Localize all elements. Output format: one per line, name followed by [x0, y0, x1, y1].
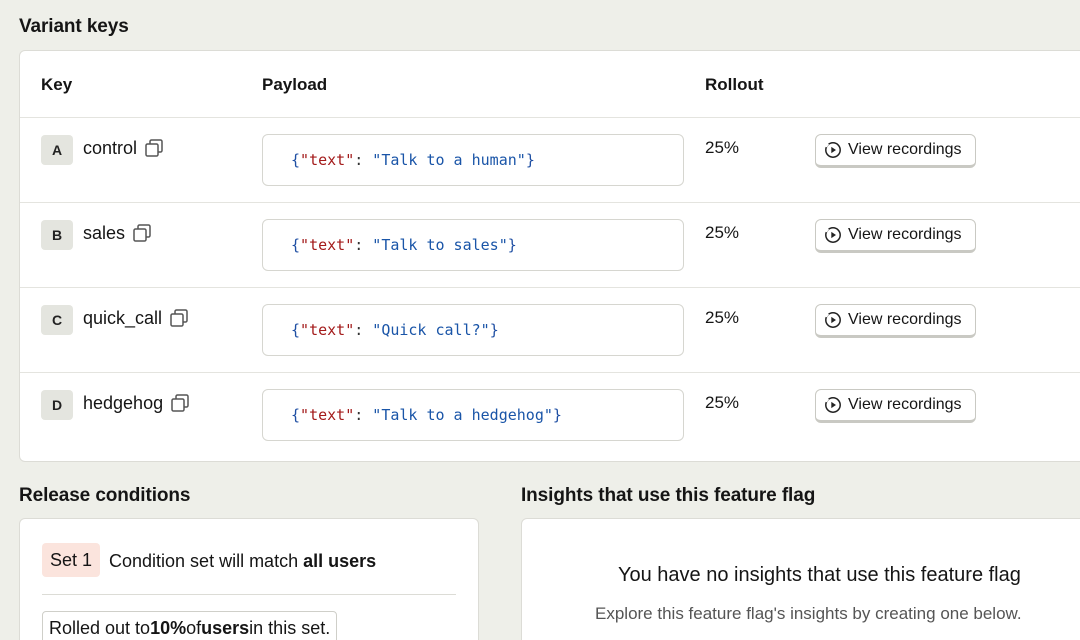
- view-recordings-label: View recordings: [848, 141, 962, 158]
- condition-description: Condition set will match all users: [109, 551, 376, 572]
- view-recordings-label: View recordings: [848, 311, 962, 328]
- variant-key-name: hedgehog: [83, 392, 164, 413]
- view-recordings-label: View recordings: [848, 226, 962, 243]
- rollout-mid: of: [186, 617, 202, 638]
- view-recordings-button[interactable]: View recordings: [815, 219, 976, 253]
- empty-state-title: You have no insights that use this featu…: [618, 564, 1021, 586]
- payload-colon: :: [354, 406, 373, 424]
- view-recordings-button[interactable]: View recordings: [815, 389, 976, 423]
- variant-rollout: 25%: [705, 308, 740, 327]
- empty-state-description: Explore this feature flag's insights by …: [595, 604, 1022, 623]
- variant-letter-badge: B: [41, 220, 73, 250]
- variant-key: hedgehog: [83, 392, 191, 414]
- play-circle-icon: [824, 226, 842, 244]
- divider: [42, 594, 456, 595]
- condition-match-target: all users: [303, 551, 377, 571]
- variants-table: Key Payload Rollout Acontrol{"text": "Ta…: [19, 50, 1080, 462]
- payload-colon: :: [354, 321, 373, 339]
- variant-rollout: 25%: [705, 223, 740, 242]
- table-row: Bsales {"text": "Talk to sales"} 25% View r…: [20, 203, 1080, 288]
- payload-key: "text": [300, 236, 355, 254]
- copy-icon[interactable]: [168, 307, 190, 329]
- variant-letter-badge: A: [41, 135, 73, 165]
- view-recordings-button[interactable]: View recordings: [815, 134, 976, 168]
- payload-brace: }: [525, 151, 535, 169]
- payload-brace: {: [291, 321, 301, 339]
- payload-brace: }: [552, 406, 562, 424]
- payload-value: "Talk to sales": [372, 236, 508, 254]
- variant-key: sales: [83, 222, 153, 244]
- payload-key: "text": [300, 406, 355, 424]
- payload-brace: }: [489, 321, 499, 339]
- variant-key-name: control: [83, 137, 138, 158]
- variant-keys-title: Variant keys: [19, 16, 129, 37]
- insights-title: Insights that use this feature flag: [521, 485, 816, 506]
- variant-letter-badge: D: [41, 390, 73, 420]
- play-circle-icon: [824, 396, 842, 414]
- variant-key-name: sales: [83, 222, 126, 243]
- rollout-percent: 10%: [150, 617, 187, 638]
- variant-key: quick_call: [83, 307, 190, 329]
- payload-value: "Talk to a human": [372, 151, 526, 169]
- variant-rollout: 25%: [705, 393, 740, 412]
- variant-key-name: quick_call: [83, 307, 163, 328]
- rollout-users: users: [201, 617, 250, 638]
- rollout-summary: Rolled out to 10% of users in this set.: [42, 611, 338, 640]
- copy-icon[interactable]: [169, 392, 191, 414]
- release-conditions-card: Set 1 Condition set will match all users…: [19, 518, 479, 640]
- payload-field[interactable]: {"text": "Talk to sales"}: [262, 219, 684, 271]
- copy-icon[interactable]: [143, 137, 165, 159]
- payload-field[interactable]: {"text": "Talk to a hedgehog"}: [262, 389, 684, 441]
- payload-value: "Quick call?": [372, 321, 490, 339]
- variant-letter-badge: C: [41, 305, 73, 335]
- payload-brace: {: [291, 236, 301, 254]
- table-row: Cquick_call {"text": "Quick call?"} 25% Vie…: [20, 288, 1080, 373]
- play-circle-icon: [824, 141, 842, 159]
- insights-card: You have no insights that use this featu…: [521, 518, 1080, 640]
- header-payload: Payload: [262, 75, 328, 94]
- view-recordings-label: View recordings: [848, 396, 962, 413]
- payload-key: "text": [300, 151, 355, 169]
- header-rollout: Rollout: [705, 75, 764, 94]
- payload-brace: {: [291, 406, 301, 424]
- payload-brace: }: [507, 236, 517, 254]
- release-conditions-title: Release conditions: [19, 485, 191, 506]
- table-row: Dhedgehog {"text": "Talk to a hedgehog"} 2…: [20, 373, 1080, 458]
- condition-set-badge: Set 1: [42, 543, 101, 577]
- payload-field[interactable]: {"text": "Talk to a human"}: [262, 134, 684, 186]
- table-row: Acontrol {"text": "Talk to a human"} 25% Vi…: [20, 118, 1080, 203]
- payload-colon: :: [354, 151, 373, 169]
- play-circle-icon: [824, 311, 842, 329]
- copy-icon[interactable]: [131, 222, 153, 244]
- rollout-suffix: in this set.: [249, 617, 331, 638]
- payload-value: "Talk to a hedgehog": [372, 406, 553, 424]
- condition-prefix: Condition set will match: [109, 551, 304, 571]
- header-key: Key: [41, 75, 73, 94]
- payload-field[interactable]: {"text": "Quick call?"}: [262, 304, 684, 356]
- variant-key: control: [83, 137, 165, 159]
- rollout-prefix: Rolled out to: [49, 617, 151, 638]
- view-recordings-button[interactable]: View recordings: [815, 304, 976, 338]
- variant-rollout: 25%: [705, 138, 740, 157]
- payload-key: "text": [300, 321, 355, 339]
- payload-colon: :: [354, 236, 373, 254]
- table-header: Key Payload Rollout: [20, 51, 1080, 118]
- payload-brace: {: [291, 151, 301, 169]
